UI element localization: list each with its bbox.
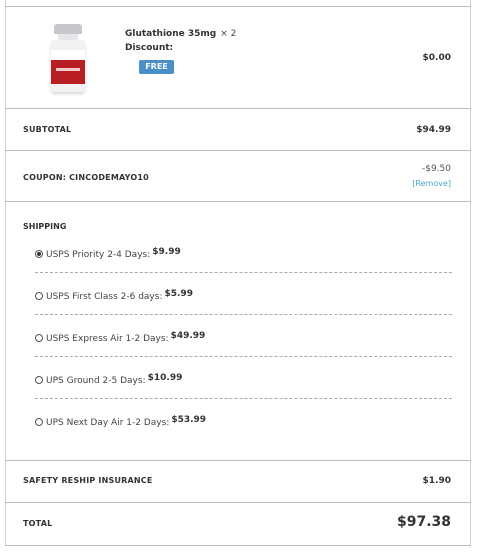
product-vial-image [48,24,88,94]
coupon-label: COUPON: CINCODEMAYO10 [23,173,149,182]
radio-button[interactable] [35,418,43,426]
divider [5,6,471,7]
total-label: TOTAL [23,519,53,528]
product-price: $0.00 [422,53,451,63]
divider [5,460,471,461]
radio-button[interactable] [35,292,43,300]
product-name: Glutathione 35mg × 2 [125,29,237,39]
divider [5,201,471,202]
dashed-divider [35,356,452,357]
insurance-label: SAFETY RESHIP INSURANCE [23,476,153,485]
insurance-value: $1.90 [422,476,451,486]
divider [5,502,471,503]
divider [5,545,471,546]
shipping-option-ups-ground[interactable]: UPS Ground 2-5 Days: $10.99 [35,373,182,386]
dashed-divider [35,272,452,273]
dashed-divider [35,398,452,399]
shipping-option-usps-express[interactable]: USPS Express Air 1-2 Days: $49.99 [35,331,205,344]
radio-button[interactable] [35,334,43,342]
coupon-value: -$9.50 [421,164,451,174]
dashed-divider [35,314,452,315]
shipping-option-usps-priority[interactable]: USPS Priority 2-4 Days: $9.99 [35,247,181,260]
divider [5,108,471,109]
remove-coupon-link[interactable]: [Remove] [412,179,451,188]
discount-label: Discount: [125,43,174,53]
divider [5,150,471,151]
radio-button[interactable] [35,376,43,384]
subtotal-value: $94.99 [416,125,451,135]
shipping-option-ups-next-day[interactable]: UPS Next Day Air 1-2 Days: $53.99 [35,415,206,428]
shipping-title: SHIPPING [23,222,67,231]
product-quantity: × 2 [220,29,237,39]
subtotal-label: SUBTOTAL [23,125,72,134]
total-value: $97.38 [396,514,451,530]
shipping-option-usps-first-class[interactable]: USPS First Class 2-6 days: $5.99 [35,289,193,302]
radio-button-selected[interactable] [35,250,43,258]
free-badge: FREE [139,60,174,74]
